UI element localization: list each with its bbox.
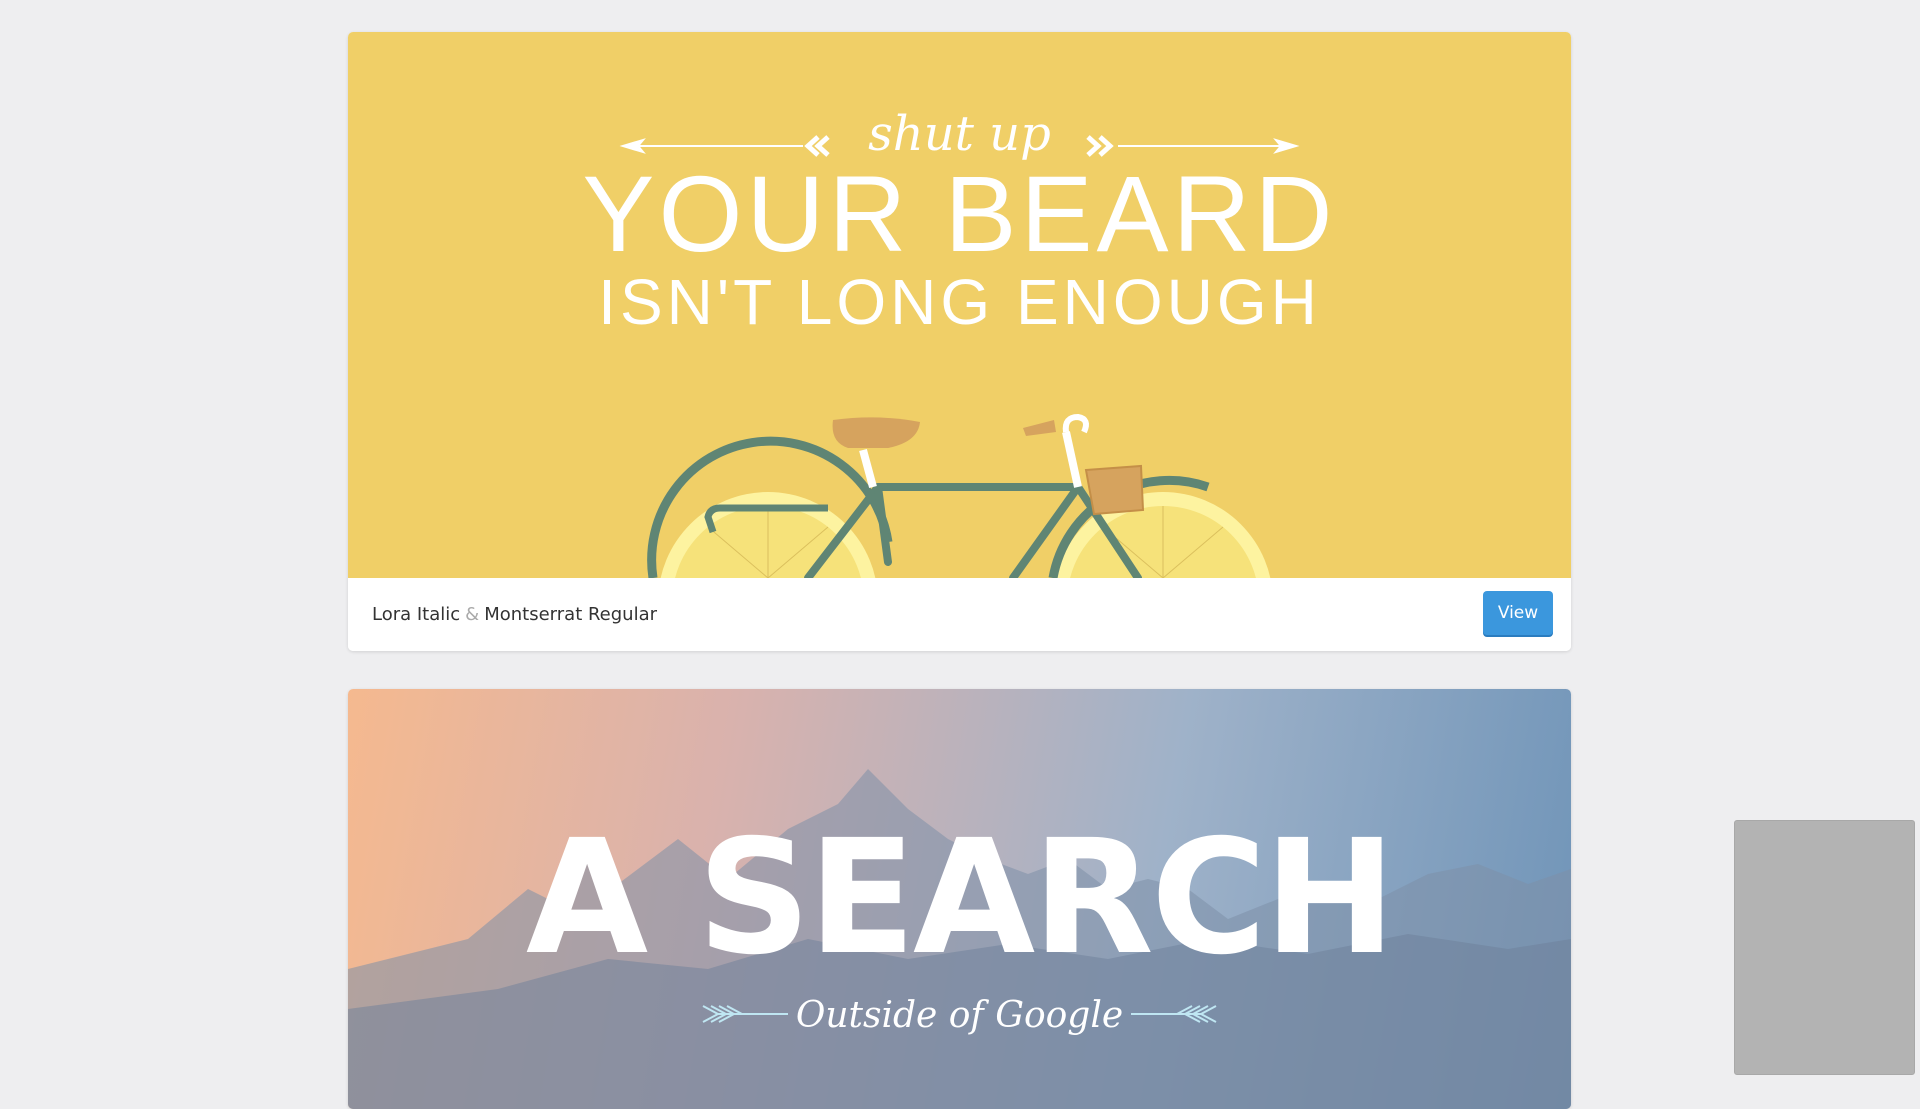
- font-pair-label: Lora Italic & Montserrat Regular: [372, 604, 657, 625]
- poster-headline: A SEARCH: [525, 806, 1396, 990]
- view-button[interactable]: View: [1483, 591, 1553, 635]
- design-card-search: A SEARCH Outside of Google: [348, 689, 1571, 1109]
- side-widget-placeholder: [1734, 820, 1915, 1075]
- card-footer: Lora Italic & Montserrat Regular View: [348, 578, 1571, 651]
- poster-headline: YOUR BEARD: [582, 153, 1337, 274]
- font-separator: &: [465, 604, 480, 625]
- poster-subtitle: Outside of Google: [795, 995, 1124, 1036]
- poster-image-search: A SEARCH Outside of Google: [348, 689, 1571, 1109]
- poster-image-beard: shut up YOUR BEARD ISN'T LONG ENOUGH: [348, 32, 1571, 578]
- design-card-beard: shut up YOUR BEARD ISN'T LONG ENOUGH Lor…: [348, 32, 1571, 651]
- poster-subheadline: ISN'T LONG ENOUGH: [598, 266, 1321, 338]
- font-b-name: Montserrat Regular: [484, 604, 658, 625]
- font-a-name: Lora Italic: [372, 604, 461, 625]
- bicycle-icon: [647, 413, 1271, 578]
